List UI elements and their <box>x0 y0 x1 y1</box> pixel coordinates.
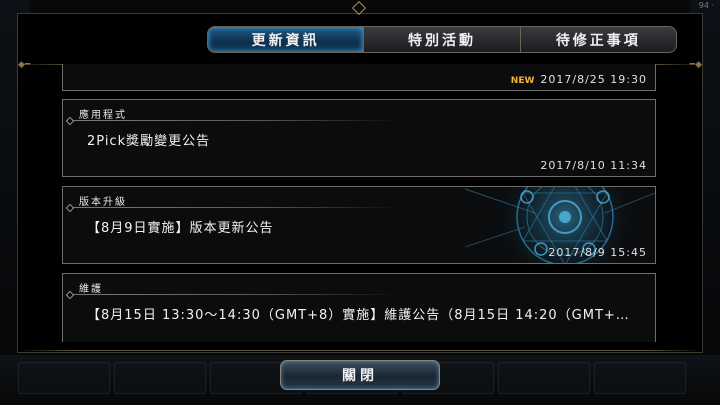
footer-divider <box>17 350 703 351</box>
news-date: NEW 2017/8/25 19:30 <box>510 73 647 86</box>
news-title: 2Pick獎勵變更公告 <box>87 134 211 149</box>
menu-slot <box>594 362 686 394</box>
news-title: 【8月9日實施】版本更新公告 <box>87 221 274 236</box>
news-category: 版本升級 <box>79 197 127 208</box>
close-button[interactable]: 關閉 <box>280 360 440 390</box>
ornament-top-icon <box>336 2 384 12</box>
menu-slot <box>18 362 110 394</box>
news-list[interactable]: NEW 2017/8/25 19:30 應用程式 2Pick獎勵變更公告 2017… <box>62 64 658 342</box>
news-tabs: 更新資訊 特別活動 待修正事項 <box>207 26 677 53</box>
category-divider <box>69 207 399 208</box>
news-item[interactable]: 應用程式 2Pick獎勵變更公告 2017/8/10 11:34 <box>62 99 656 177</box>
news-category: 應用程式 <box>79 110 127 121</box>
ornament-right-icon: ━◆ <box>689 60 702 70</box>
tab-known-issues[interactable]: 待修正事項 <box>519 27 676 52</box>
news-item[interactable]: 版本升級 【8月9日實施】版本更新公告 2017/8/9 15:45 <box>62 186 656 264</box>
menu-slot <box>114 362 206 394</box>
tab-updates[interactable]: 更新資訊 <box>208 27 364 52</box>
news-date: 2017/8/10 11:34 <box>540 159 647 172</box>
category-divider <box>69 294 399 295</box>
status-indicator: 94 · <box>698 1 714 10</box>
ornament-left-icon: ◆━ <box>18 60 31 70</box>
news-title: 【8月15日 13:30～14:30（GMT+8）實施】維護公告（8月15日 1… <box>87 308 630 323</box>
new-badge: NEW <box>510 76 535 86</box>
news-category: 維護 <box>79 284 103 295</box>
news-date: 2017/8/9 15:45 <box>548 246 647 259</box>
menu-slot <box>498 362 590 394</box>
tab-special-events[interactable]: 特別活動 <box>363 27 519 52</box>
category-divider <box>69 120 399 121</box>
news-item[interactable]: 維護 【8月15日 13:30～14:30（GMT+8）實施】維護公告（8月15… <box>62 273 656 342</box>
news-item[interactable]: NEW 2017/8/25 19:30 <box>62 64 656 91</box>
